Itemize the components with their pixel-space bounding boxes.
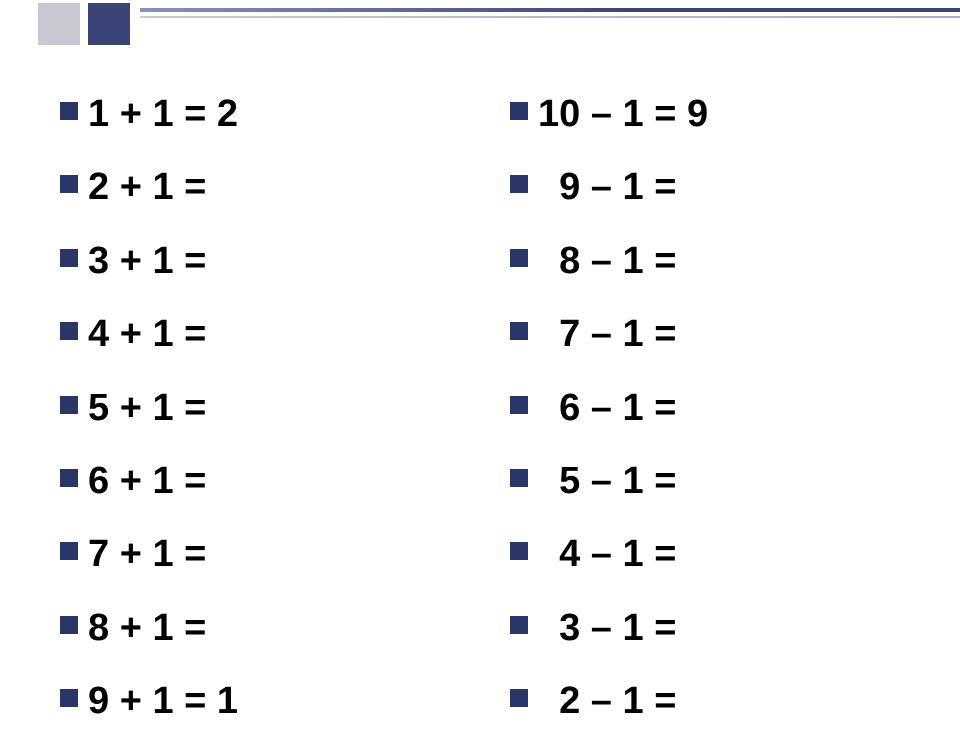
equation-text: 10 – 1 = 9: [538, 90, 708, 139]
list-item: 4 + 1 =: [60, 310, 450, 359]
bullet-icon: [60, 102, 78, 120]
bullet-icon: [510, 689, 528, 707]
bullet-icon: [60, 249, 78, 267]
equation-text: 7 + 1 =: [88, 530, 206, 579]
slide-header-decoration: [0, 0, 960, 48]
list-item: 2 + 1 =: [60, 163, 450, 212]
content-area: 1 + 1 = 2 2 + 1 = 3 + 1 = 4 + 1 = 5 + 1 …: [60, 90, 900, 751]
list-item: 5 + 1 =: [60, 384, 450, 433]
bullet-icon: [510, 322, 528, 340]
right-column: 10 – 1 = 9 9 – 1 = 8 – 1 = 7 – 1 = 6 – 1…: [510, 90, 900, 751]
list-item: 3 – 1 =: [510, 604, 900, 653]
bullet-icon: [60, 175, 78, 193]
deco-square-gray: [38, 3, 80, 45]
equation-text: 9 – 1 =: [538, 163, 676, 212]
bullet-icon: [60, 396, 78, 414]
equation-text: 5 – 1 =: [538, 457, 676, 506]
equation-text: 1 + 1 = 2: [88, 90, 238, 139]
list-item: 3 + 1 =: [60, 237, 450, 286]
equation-text: 8 + 1 =: [88, 604, 206, 653]
list-item: 9 – 1 =: [510, 163, 900, 212]
equation-text: 8 – 1 =: [538, 237, 676, 286]
list-item: 7 – 1 =: [510, 310, 900, 359]
list-item: 7 + 1 =: [60, 530, 450, 579]
bullet-icon: [510, 396, 528, 414]
bullet-icon: [510, 469, 528, 487]
bullet-icon: [510, 249, 528, 267]
bullet-icon: [510, 102, 528, 120]
list-item: 6 – 1 =: [510, 384, 900, 433]
list-item: 6 + 1 =: [60, 457, 450, 506]
equation-text: 6 – 1 =: [538, 384, 676, 433]
list-item: 5 – 1 =: [510, 457, 900, 506]
equation-text: 9 + 1 = 1: [88, 677, 238, 726]
equation-text: 2 – 1 =: [538, 677, 676, 726]
bullet-icon: [60, 616, 78, 634]
bullet-icon: [60, 689, 78, 707]
equation-text: 7 – 1 =: [538, 310, 676, 359]
bullet-icon: [510, 175, 528, 193]
list-item: 8 + 1 =: [60, 604, 450, 653]
bullet-icon: [510, 542, 528, 560]
bullet-icon: [60, 542, 78, 560]
equation-text: 4 – 1 =: [538, 530, 676, 579]
deco-line-thick: [140, 8, 960, 12]
bullet-icon: [60, 322, 78, 340]
deco-line-thin: [140, 16, 960, 18]
equation-text: 3 – 1 =: [538, 604, 676, 653]
list-item: 9 + 1 = 1: [60, 677, 450, 726]
bullet-icon: [60, 469, 78, 487]
list-item: 10 – 1 = 9: [510, 90, 900, 139]
equation-text: 5 + 1 =: [88, 384, 206, 433]
deco-lines: [140, 0, 960, 48]
equation-text: 4 + 1 =: [88, 310, 206, 359]
deco-square-blue: [88, 3, 130, 45]
list-item: 4 – 1 =: [510, 530, 900, 579]
list-item: 8 – 1 =: [510, 237, 900, 286]
list-item: 2 – 1 =: [510, 677, 900, 726]
equation-text: 3 + 1 =: [88, 237, 206, 286]
left-column: 1 + 1 = 2 2 + 1 = 3 + 1 = 4 + 1 = 5 + 1 …: [60, 90, 450, 751]
bullet-icon: [510, 616, 528, 634]
list-item: 1 + 1 = 2: [60, 90, 450, 139]
equation-text: 6 + 1 =: [88, 457, 206, 506]
equation-text: 2 + 1 =: [88, 163, 206, 212]
